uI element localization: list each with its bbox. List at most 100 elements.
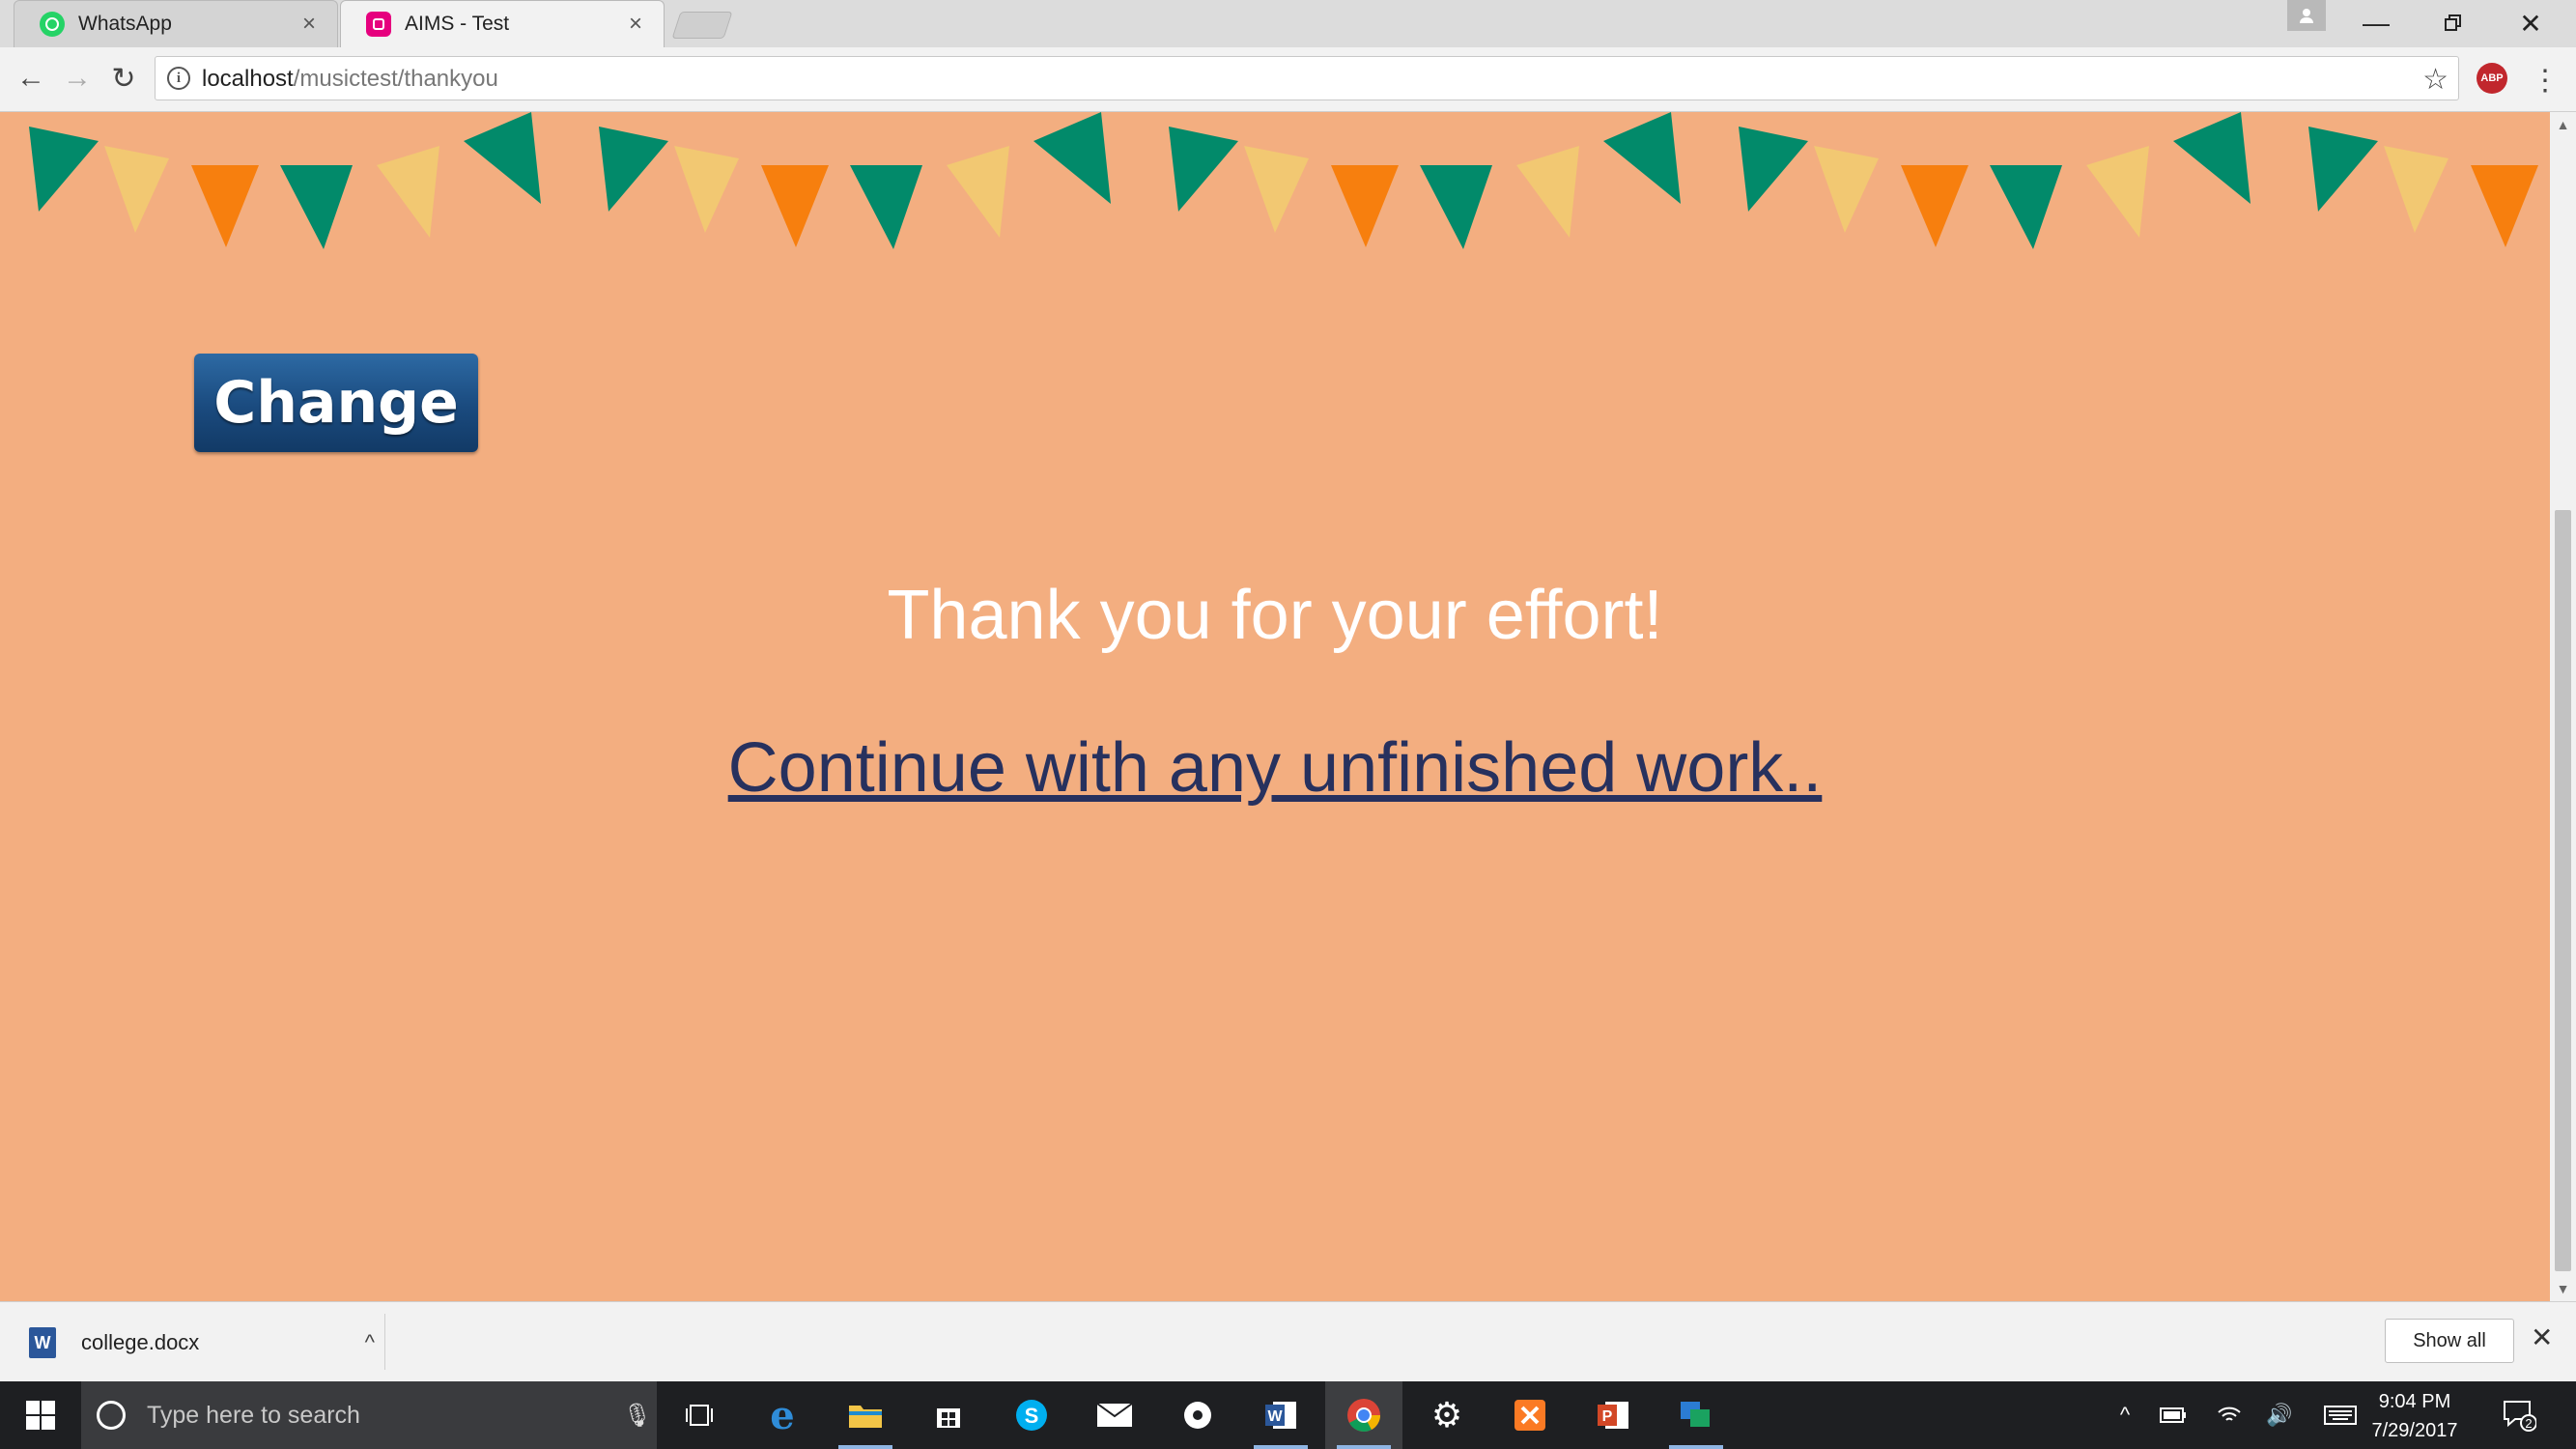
close-icon[interactable]: ✕ [2531,1321,2553,1353]
bunting-flag [2173,112,2250,204]
aims-icon [366,12,391,37]
bunting-flag [1244,146,1309,233]
cortana-icon [97,1401,126,1430]
bunting-flag [2471,165,2538,247]
bookmark-star-icon[interactable]: ☆ [2422,63,2449,97]
bunting-flag [947,146,1009,238]
change-button[interactable]: Change [194,354,478,452]
microphone-icon[interactable]: 🎙 [618,1402,657,1430]
minimize-button[interactable]: — [2337,0,2415,46]
svg-text:S: S [1025,1404,1039,1428]
store-icon[interactable] [910,1381,987,1449]
thank-you-message: Thank you for your effort! [887,577,1663,654]
forward-arrow-icon[interactable]: → [56,57,99,99]
bunting-flag [1516,146,1579,238]
bunting-flag [1603,112,1681,204]
svg-text:W: W [1267,1408,1283,1425]
back-arrow-icon[interactable]: ← [10,57,52,99]
new-tab-button[interactable] [671,12,733,39]
bunting-flag [1331,165,1399,247]
start-button[interactable] [0,1381,81,1449]
file-explorer-icon[interactable] [827,1381,904,1449]
clock-date: 7/29/2017 [2371,1420,2458,1441]
taskbar-clock[interactable]: 9:04 PM 7/29/2017 [2357,1387,2473,1445]
windows-logo-icon [26,1401,55,1430]
adblock-plus-icon[interactable]: ABP [2477,63,2507,94]
bunting-flag [1901,165,1968,247]
app-icon[interactable] [1159,1381,1236,1449]
skype-icon[interactable]: S [993,1381,1070,1449]
battery-icon[interactable] [2152,1381,2194,1449]
close-window-button[interactable]: ✕ [2492,0,2569,46]
bunting-flag [1033,112,1111,204]
bunting-flag [599,127,668,212]
bunting-flag [464,112,541,204]
notification-count: 2 [2525,1416,2532,1431]
volume-icon[interactable]: 🔊 [2258,1381,2301,1449]
scrollbar-thumb[interactable] [2555,510,2571,1271]
download-file-name: college.docx [81,1330,200,1354]
tab-strip: WhatsApp × AIMS - Test × — ✕ [0,0,2576,47]
scrollbar[interactable]: ▲ ▼ [2550,112,2576,1301]
bunting-flag [1739,127,1808,212]
settings-gear-icon[interactable]: ⚙ [1408,1381,1486,1449]
bunting-flag [1990,165,2062,249]
bunting-flag [1814,146,1879,233]
close-tab-icon[interactable]: × [621,11,650,38]
continue-link-container: Continue with any unfinished work.. [0,728,2550,808]
address-bar[interactable]: i localhost/musictest/thankyou ☆ [155,56,2459,100]
reload-icon[interactable]: ↻ [102,57,145,99]
tab-whatsapp[interactable]: WhatsApp × [14,0,338,47]
close-tab-icon[interactable]: × [295,11,324,38]
taskbar-search[interactable]: Type here to search 🎙 [81,1381,657,1449]
app-window-icon[interactable] [1657,1381,1735,1449]
chevron-up-icon[interactable]: ^ [365,1330,375,1355]
clock-time: 9:04 PM [2378,1391,2451,1412]
tab-aims-test[interactable]: AIMS - Test × [340,0,665,47]
browser-menu-icon[interactable]: ⋮ [2531,61,2560,99]
url-text[interactable]: localhost/musictest/thankyou [202,66,498,93]
download-bar: W college.docx ^ Show all ✕ [0,1301,2576,1382]
word-document-icon: W [29,1327,56,1358]
bunting-flag [2308,127,2378,212]
bunting-flag [1420,165,1492,249]
wifi-icon[interactable] [2208,1381,2250,1449]
bunting-flag [191,165,259,247]
bunting-flag [2086,146,2149,238]
bunting-flag [850,165,922,249]
task-view-icon[interactable] [661,1381,738,1449]
page-content: Change Thank you for your effort! Contin… [0,112,2550,1301]
word-icon[interactable]: W [1242,1381,1319,1449]
bunting-flag [674,146,739,233]
info-icon[interactable]: i [167,67,190,90]
whatsapp-icon [40,12,65,37]
taskbar: Type here to search 🎙 e S W ⚙ P ^ 🔊 9:04… [0,1381,2576,1449]
browser-toolbar: ← → ↻ i localhost/musictest/thankyou ☆ A… [0,47,2576,112]
scroll-down-arrow-icon[interactable]: ▼ [2550,1276,2576,1301]
profile-icon[interactable] [2287,0,2326,31]
show-all-button[interactable]: Show all [2385,1319,2514,1363]
search-placeholder: Type here to search [147,1401,360,1429]
xampp-icon[interactable] [1491,1381,1569,1449]
mail-icon[interactable] [1076,1381,1153,1449]
bunting-flag [29,127,99,212]
action-center-icon[interactable]: 2 [2502,1397,2540,1435]
tab-title: AIMS - Test [405,13,510,35]
bunting-flag [1169,127,1238,212]
restore-button[interactable] [2415,0,2492,46]
continue-link[interactable]: Continue with any unfinished work.. [728,729,1823,807]
show-hidden-icons-chevron-icon[interactable]: ^ [2106,1381,2144,1449]
bunting-flag [280,165,353,249]
chrome-icon[interactable] [1325,1381,1402,1449]
tab-title: WhatsApp [78,13,172,35]
powerpoint-icon[interactable]: P [1574,1381,1652,1449]
bunting-flag [761,165,829,247]
divider [384,1314,385,1370]
bunting-flag [377,146,439,238]
bunting-flag [104,146,169,233]
edge-icon[interactable]: e [744,1381,821,1449]
download-item[interactable]: W college.docx ^ [29,1318,384,1368]
bunting-flag [2384,146,2449,233]
scroll-up-arrow-icon[interactable]: ▲ [2550,112,2576,137]
bunting-decoration [29,112,2538,249]
